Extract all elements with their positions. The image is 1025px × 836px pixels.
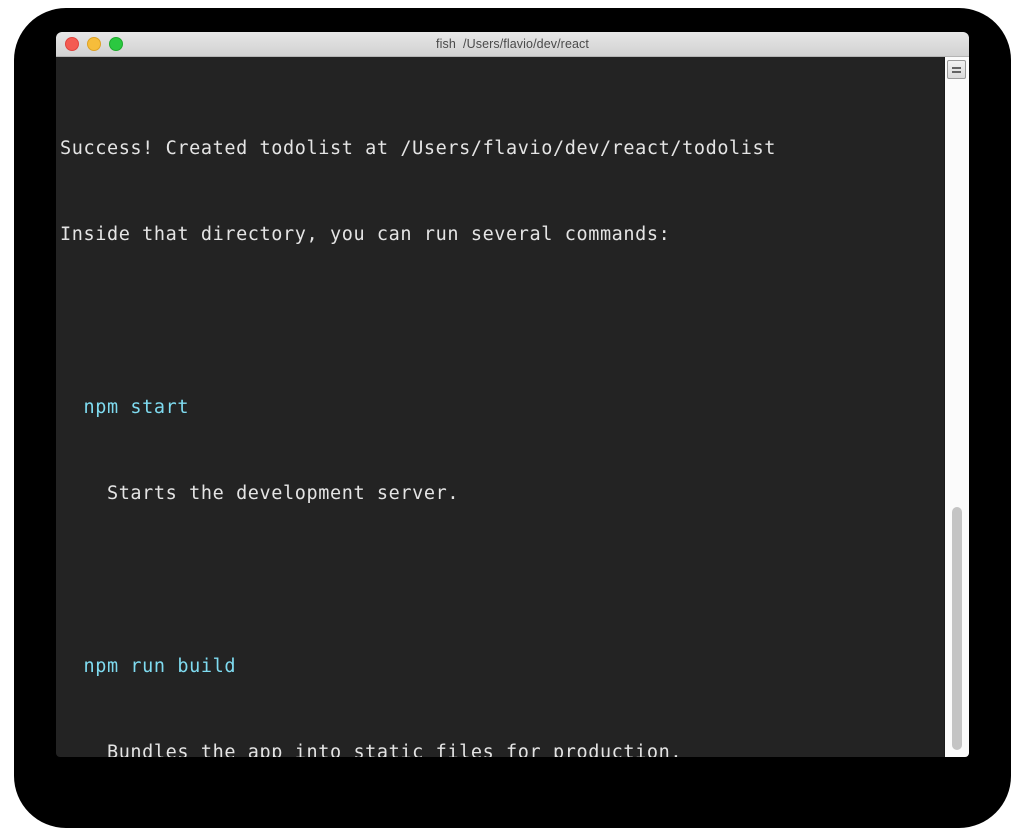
scrollbar-menu-icon[interactable] [947, 60, 966, 79]
output-line-success: Success! Created todolist at /Users/flav… [60, 137, 777, 159]
description-npm-run-build: Bundles the app into static files for pr… [60, 742, 683, 757]
terminal-output[interactable]: Success! Created todolist at /Users/flav… [56, 57, 945, 757]
minimize-button-icon[interactable] [87, 37, 101, 51]
vertical-scrollbar[interactable] [944, 57, 969, 757]
command-npm-start[interactable]: npm start [60, 394, 945, 423]
command-npm-run-build[interactable]: npm run build [60, 653, 945, 682]
window-title: fish /Users/flavio/dev/react [436, 37, 589, 51]
window-titlebar[interactable]: fish /Users/flavio/dev/react [56, 32, 969, 57]
traffic-light-buttons [65, 32, 123, 56]
menu-line-bottom [952, 70, 961, 73]
menu-line-top [952, 66, 961, 69]
scrollbar-thumb[interactable] [952, 507, 962, 750]
output-line-inside-directory: Inside that directory, you can run sever… [60, 223, 671, 245]
description-npm-start: Starts the development server. [60, 483, 460, 505]
maximize-button-icon[interactable] [109, 37, 123, 51]
terminal-body[interactable]: Success! Created todolist at /Users/flav… [56, 57, 969, 757]
terminal-window: fish /Users/flavio/dev/react Success! Cr… [56, 32, 969, 757]
close-button-icon[interactable] [65, 37, 79, 51]
output-line-blank-1 [60, 307, 945, 336]
output-line-blank-2 [60, 567, 945, 596]
